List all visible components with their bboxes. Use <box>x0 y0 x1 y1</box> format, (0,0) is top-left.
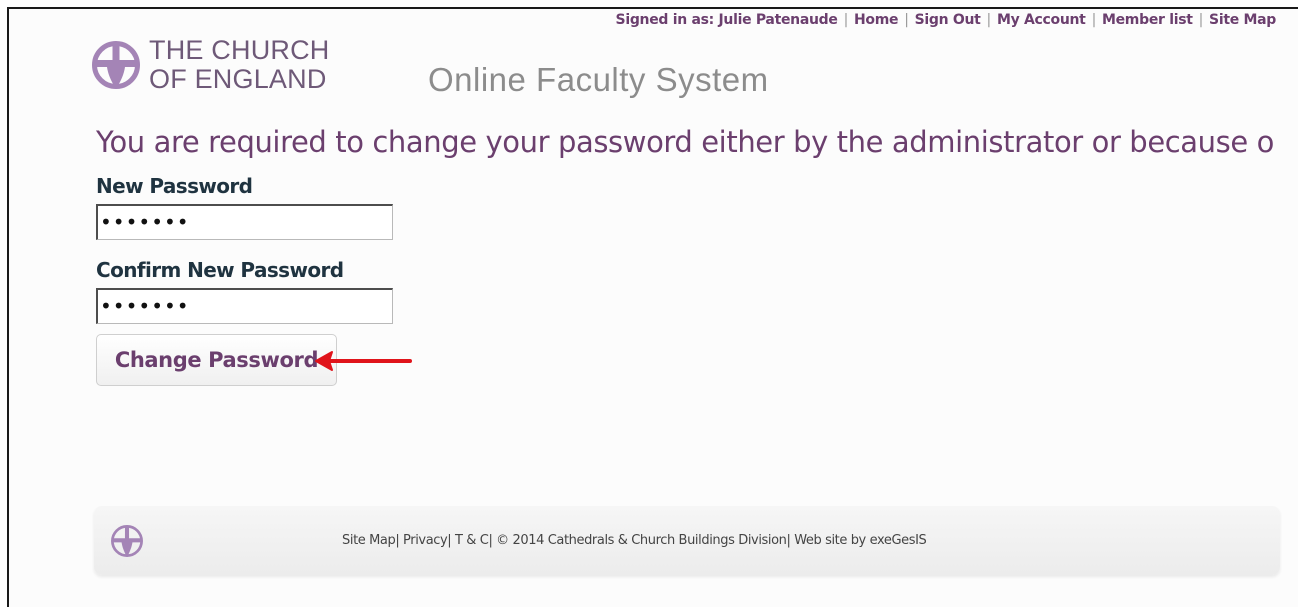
nav-site-map-link[interactable]: Site Map <box>1209 12 1276 28</box>
church-of-england-logo[interactable]: THE CHURCH OF ENGLAND <box>91 36 371 98</box>
church-of-england-cross-icon <box>92 41 140 89</box>
page-heading: You are required to change your password… <box>96 125 1274 159</box>
signed-in-text: Signed in as: Julie Patenaude <box>615 12 838 28</box>
app-title: Online Faculty System <box>428 61 769 98</box>
logo-line-1: THE CHURCH <box>149 35 330 65</box>
nav-sign-out-link[interactable]: Sign Out <box>915 12 981 28</box>
new-password-label: New Password <box>96 174 253 198</box>
footer-cross-icon <box>111 525 143 557</box>
page-frame: Signed in as: Julie Patenaude | Home | Sign … <box>7 7 1298 607</box>
new-password-input[interactable]: ••••••• <box>96 204 393 240</box>
nav-my-account-link[interactable]: My Account <box>997 12 1086 28</box>
logo-text: THE CHURCH OF ENGLAND <box>149 36 330 94</box>
confirm-password-input[interactable]: ••••••• <box>96 288 393 324</box>
change-password-button[interactable]: Change Password <box>96 334 337 386</box>
footer: Site Map| Privacy| T & C| © 2014 Cathedr… <box>94 506 1280 575</box>
logo-line-2: OF ENGLAND <box>149 64 327 94</box>
confirm-password-label: Confirm New Password <box>96 258 344 282</box>
top-navigation: Signed in as: Julie Patenaude | Home | Sign … <box>615 12 1277 28</box>
footer-links[interactable]: Site Map| Privacy| T & C| © 2014 Cathedr… <box>342 533 927 548</box>
red-arrow-icon <box>315 351 412 371</box>
nav-member-list-link[interactable]: Member list <box>1102 12 1193 28</box>
nav-home-link[interactable]: Home <box>854 12 899 28</box>
